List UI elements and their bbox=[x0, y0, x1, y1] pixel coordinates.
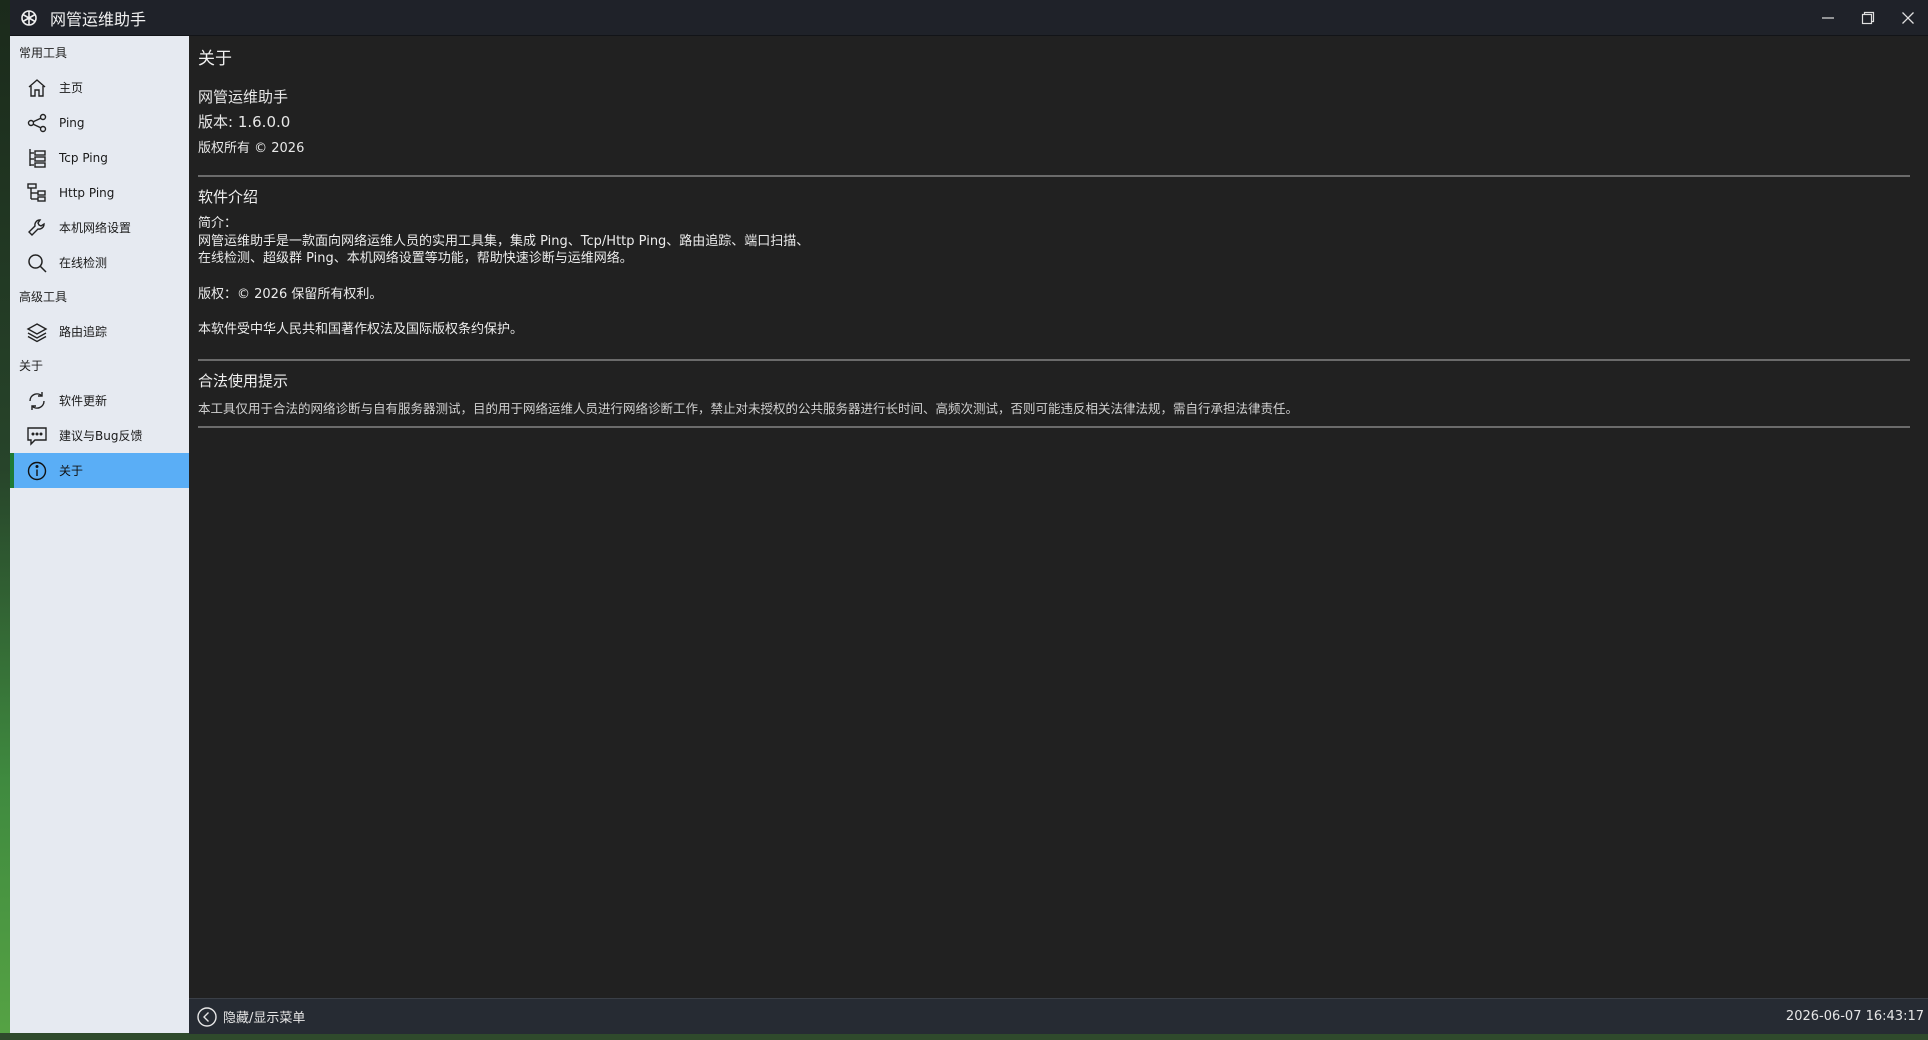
app-name: 网管运维助手 bbox=[198, 88, 289, 106]
intro-blank-line bbox=[198, 268, 809, 286]
toggle-menu-label: 隐藏/显示菜单 bbox=[223, 1011, 306, 1026]
page-title: 关于 bbox=[198, 49, 232, 69]
branch-icon bbox=[25, 181, 49, 205]
sidebar-item-network-settings[interactable]: 本机网络设置 bbox=[10, 210, 189, 245]
window-controls bbox=[1808, 0, 1928, 35]
window-title: 网管运维助手 bbox=[50, 9, 147, 29]
snowflake-icon bbox=[20, 9, 38, 27]
sidebar-item-label: 主页 bbox=[59, 81, 84, 95]
intro-text: 简介： 网管运维助手是一款面向网络运维人员的实用工具集，集成 Ping、Tcp/… bbox=[198, 215, 809, 339]
sidebar-item-label: Ping bbox=[59, 115, 85, 130]
app-window: 网管运维助手 常用工具 主页 Ping Tcp Ping Http Ping 本… bbox=[10, 0, 1928, 1034]
share-icon bbox=[25, 111, 49, 135]
legal-section-title: 合法使用提示 bbox=[198, 372, 289, 390]
intro-line: 简介： bbox=[198, 216, 238, 231]
info-icon bbox=[25, 459, 49, 483]
minimize-button[interactable] bbox=[1808, 0, 1848, 35]
restore-button[interactable] bbox=[1848, 0, 1888, 35]
sidebar-nav: 常用工具 主页 Ping Tcp Ping Http Ping 本机网络设置 在… bbox=[10, 36, 189, 1033]
sidebar-item-label: Http Ping bbox=[59, 185, 115, 200]
sidebar-item-label: 路由追踪 bbox=[59, 325, 108, 339]
sidebar-item-label: 软件更新 bbox=[59, 394, 108, 408]
desktop-background bbox=[0, 0, 10, 1040]
chevron-left-circle-icon bbox=[195, 1005, 219, 1029]
wrench-icon bbox=[25, 216, 49, 240]
sidebar-item-label: 关于 bbox=[59, 464, 84, 478]
section-header-advanced-tools: 高级工具 bbox=[19, 290, 68, 304]
sidebar-item-traceroute[interactable]: 路由追踪 bbox=[10, 314, 189, 349]
sidebar-item-http-ping[interactable]: Http Ping bbox=[10, 175, 189, 210]
home-icon bbox=[25, 76, 49, 100]
minimize-icon bbox=[1822, 16, 1834, 19]
intro-line: 版权：© 2026 保留所有权利。 bbox=[198, 286, 383, 302]
tree-icon bbox=[25, 146, 49, 170]
intro-line: 网管运维助手是一款面向网络运维人员的实用工具集，集成 Ping、Tcp/Http… bbox=[198, 233, 810, 249]
sidebar-item-software-update[interactable]: 软件更新 bbox=[10, 383, 189, 418]
intro-section-title: 软件介绍 bbox=[198, 188, 259, 206]
refresh-icon bbox=[25, 389, 49, 413]
sidebar-item-label: 在线检测 bbox=[59, 256, 108, 270]
sidebar-item-label: 建议与Bug反馈 bbox=[59, 429, 143, 443]
about-page: 关于 网管运维助手 版本: 1.6.0.0 版权所有 © 2026 软件介绍 简… bbox=[189, 36, 1928, 998]
sidebar-item-home[interactable]: 主页 bbox=[10, 70, 189, 105]
copyright-text: 版权所有 © 2026 bbox=[198, 141, 305, 156]
divider bbox=[198, 426, 1910, 428]
sidebar-item-feedback[interactable]: 建议与Bug反馈 bbox=[10, 418, 189, 453]
intro-line: 本软件受中华人民共和国著作权法及国际版权条约保护。 bbox=[198, 322, 524, 337]
section-header-about: 关于 bbox=[19, 359, 44, 373]
version-text: 版本: 1.6.0.0 bbox=[198, 113, 291, 131]
sidebar-item-label: 本机网络设置 bbox=[59, 221, 132, 235]
intro-blank-line bbox=[198, 303, 809, 321]
sidebar-item-about[interactable]: 关于 bbox=[10, 453, 189, 488]
status-bar: 隐藏/显示菜单 2026-06-07 16:43:17 bbox=[189, 998, 1928, 1034]
search-icon bbox=[25, 251, 49, 275]
layers-icon bbox=[25, 320, 49, 344]
toggle-menu-button[interactable]: 隐藏/显示菜单 bbox=[195, 1005, 305, 1029]
feedback-icon bbox=[25, 424, 49, 448]
close-icon bbox=[1902, 11, 1914, 24]
legal-notice-text: 本工具仅用于合法的网络诊断与自有服务器测试，目的用于网络运维人员进行网络诊断工作… bbox=[198, 401, 1299, 416]
divider bbox=[198, 359, 1910, 361]
datetime-display: 2026-06-07 16:43:17 bbox=[1785, 1009, 1924, 1024]
sidebar-item-tcp-ping[interactable]: Tcp Ping bbox=[10, 140, 189, 175]
title-bar[interactable]: 网管运维助手 bbox=[10, 0, 1928, 36]
restore-icon bbox=[1861, 11, 1875, 24]
divider bbox=[198, 175, 1910, 177]
section-header-common-tools: 常用工具 bbox=[19, 46, 68, 60]
sidebar-item-ping[interactable]: Ping bbox=[10, 105, 189, 140]
sidebar-item-online-check[interactable]: 在线检测 bbox=[10, 245, 189, 280]
intro-line: 在线检测、超级群 Ping、本机网络设置等功能，帮助快速诊断与运维网络。 bbox=[198, 251, 633, 266]
sidebar-item-label: Tcp Ping bbox=[59, 150, 108, 165]
desktop-background-bottom bbox=[0, 1033, 1928, 1040]
close-button[interactable] bbox=[1888, 0, 1928, 35]
